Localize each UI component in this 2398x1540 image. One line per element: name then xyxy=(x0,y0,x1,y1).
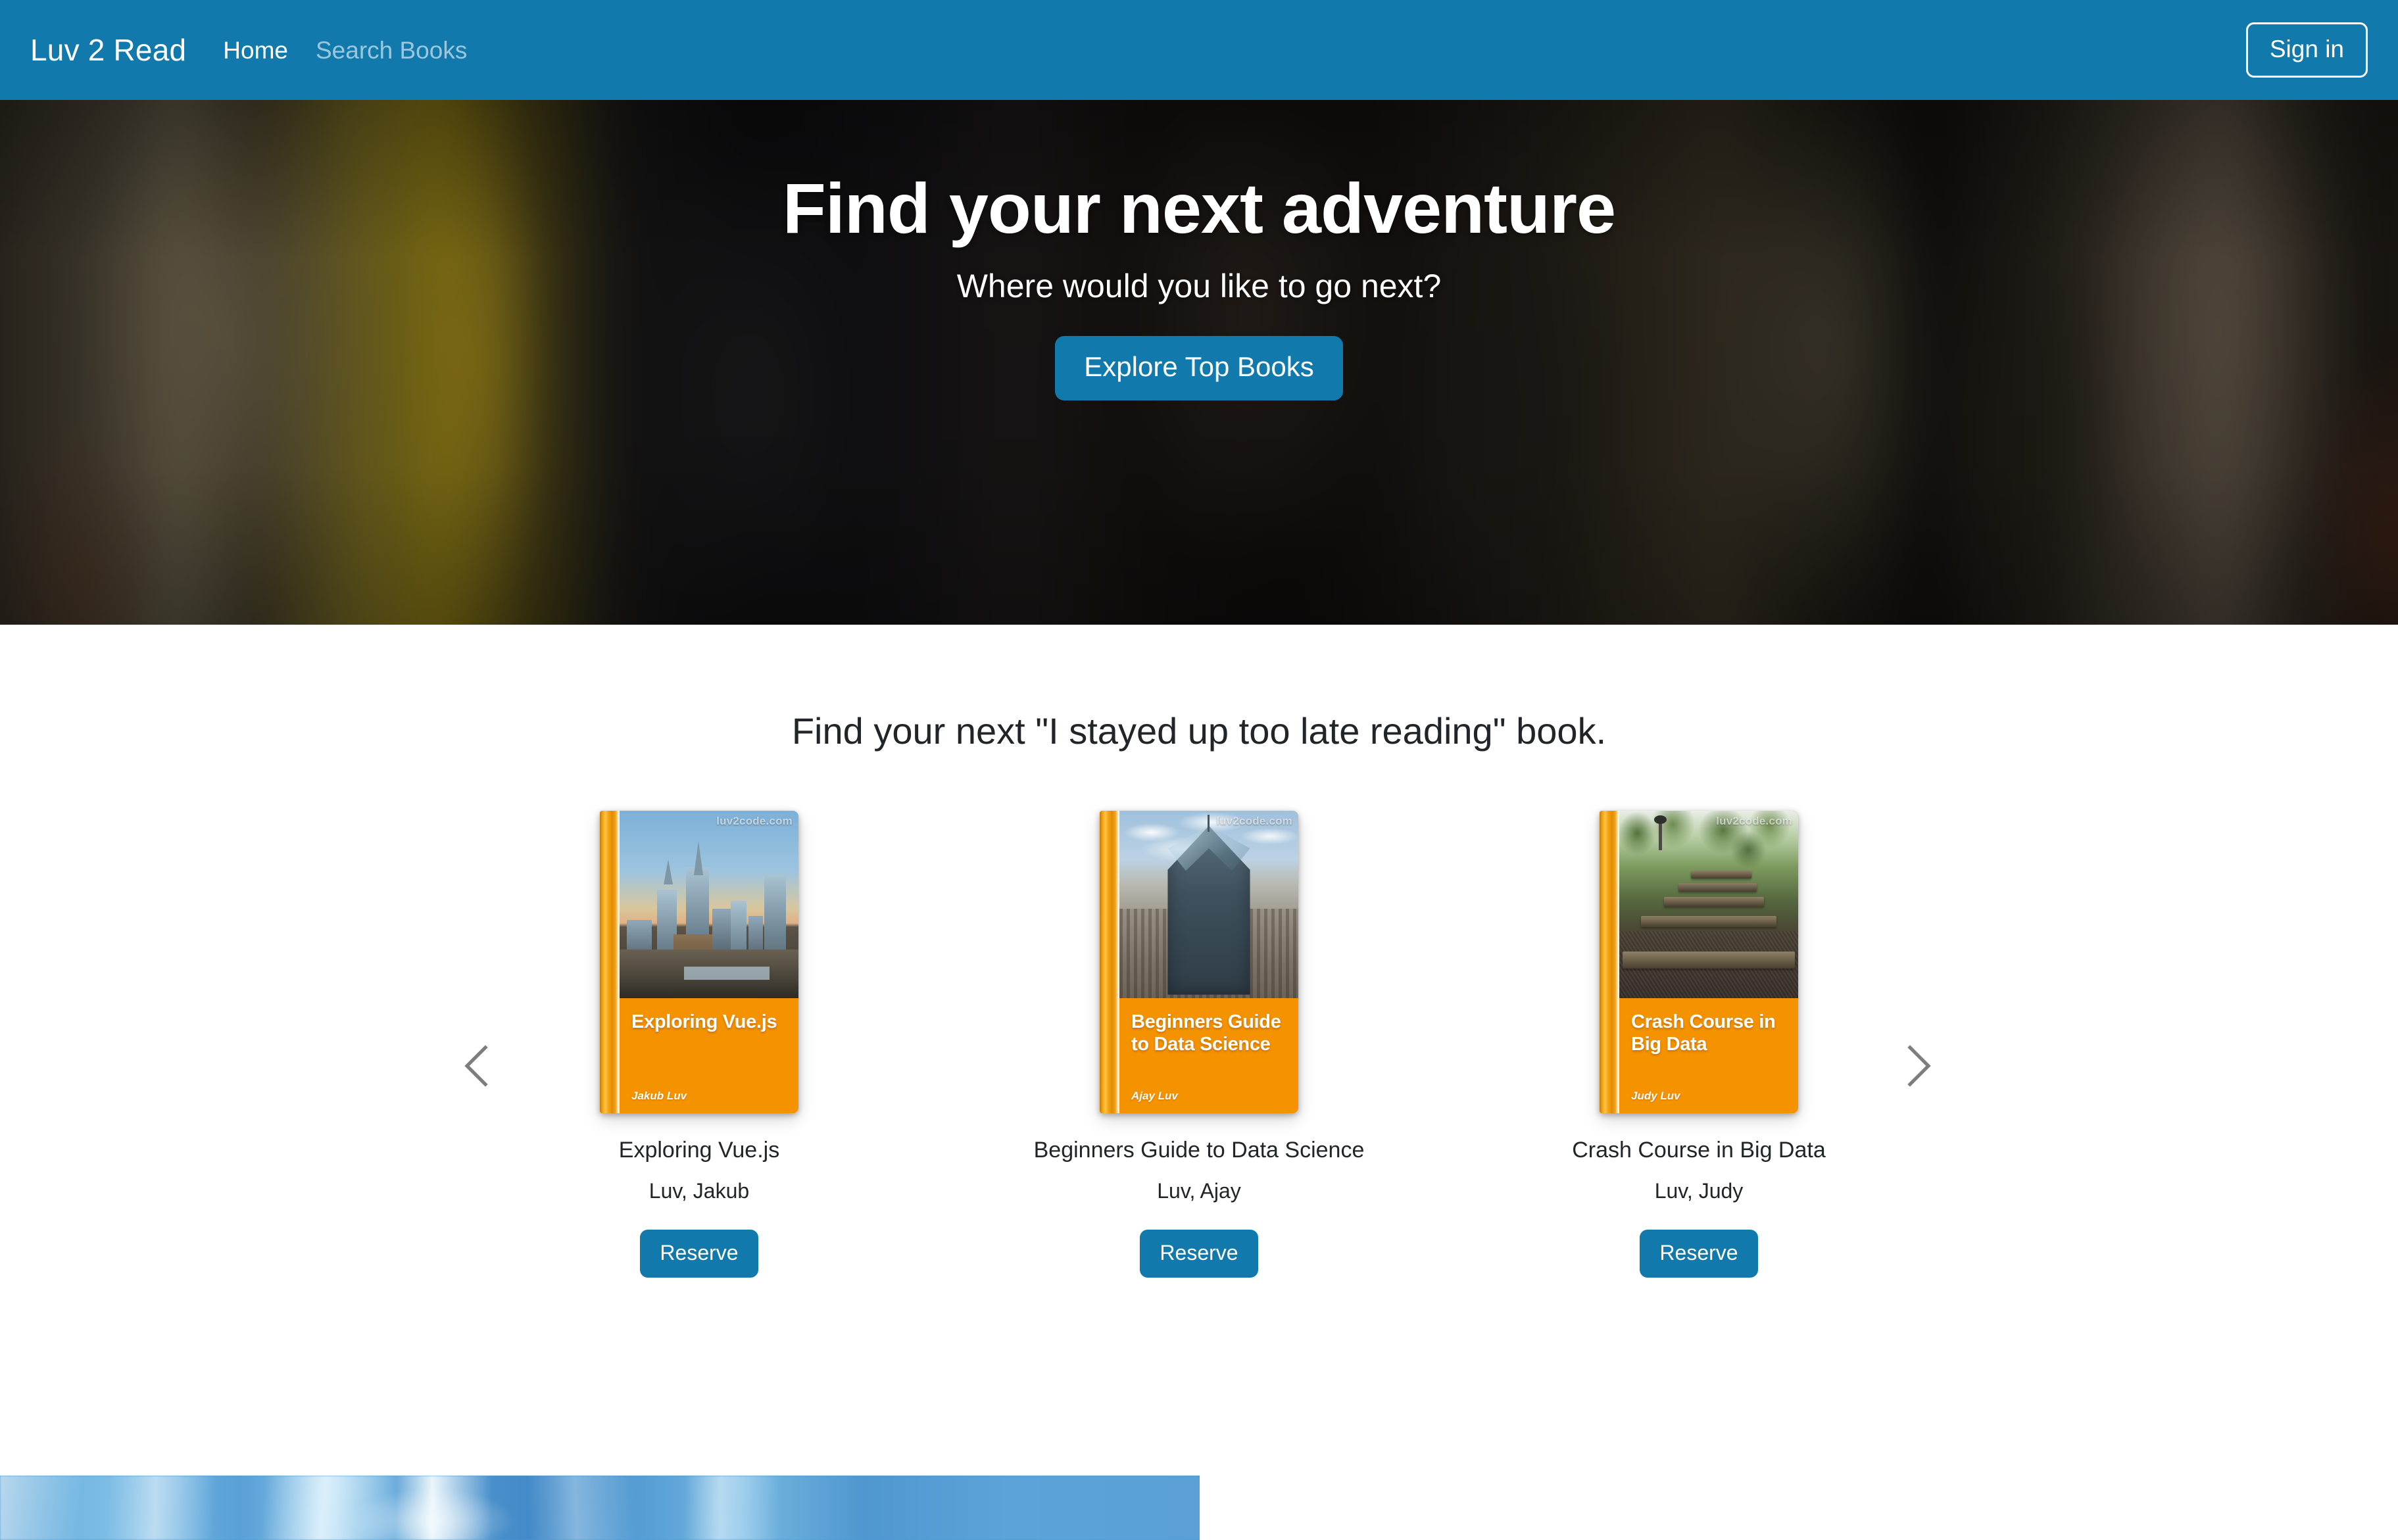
section-heading: Find your next "I stayed up too late rea… xyxy=(791,710,1607,752)
brand-logo[interactable]: Luv 2 Read xyxy=(30,35,186,65)
book-card: luv2code.com Exploring Vue.js Jakub Luv … xyxy=(568,811,831,1278)
book-cover-body: luv2code.com Beginners Guide to Data Sci… xyxy=(1119,811,1298,1114)
book-cover-photo-forest-steps: luv2code.com xyxy=(1619,811,1798,999)
blue-sky-photo xyxy=(0,1476,1200,1540)
book-spine xyxy=(600,811,620,1114)
featured-books-section: Find your next "I stayed up too late rea… xyxy=(0,625,2398,1278)
hero-title: Find your next adventure xyxy=(782,168,1616,248)
cover-title: Beginners Guide to Data Science xyxy=(1131,1011,1281,1055)
cover-title: Crash Course in Big Data xyxy=(1631,1011,1776,1055)
book-cover-text: Exploring Vue.js Jakub Luv xyxy=(620,998,798,1113)
cover-author: Ajay Luv xyxy=(1131,1090,1178,1103)
carousel-prev-button[interactable] xyxy=(446,1034,509,1097)
book-card-list: luv2code.com Exploring Vue.js Jakub Luv … xyxy=(568,811,1830,1278)
sign-in-button[interactable]: Sign in xyxy=(2245,22,2368,78)
book-carousel: luv2code.com Exploring Vue.js Jakub Luv … xyxy=(0,811,2398,1278)
skyline-illustration xyxy=(620,811,798,999)
cover-author: Judy Luv xyxy=(1631,1090,1680,1103)
top-navbar: Luv 2 Read Home Search Books Sign in xyxy=(0,0,2398,100)
nav-link-home[interactable]: Home xyxy=(223,38,288,62)
book-author: Luv, Judy xyxy=(1654,1178,1744,1203)
hero-cta-wrapper: Explore Top Books xyxy=(0,335,2398,400)
reserve-button[interactable]: Reserve xyxy=(640,1230,758,1278)
explore-top-books-button[interactable]: Explore Top Books xyxy=(1055,335,1343,400)
forest-steps-illustration xyxy=(1619,811,1798,999)
book-spine xyxy=(1600,811,1619,1114)
book-cover-crash-course-in-big-data[interactable]: luv2code.com Crash Course in Big Data Ju… xyxy=(1600,811,1798,1114)
cover-watermark: luv2code.com xyxy=(1716,815,1792,828)
reserve-button[interactable]: Reserve xyxy=(1640,1230,1758,1278)
reserve-button[interactable]: Reserve xyxy=(1140,1230,1258,1278)
cover-watermark: luv2code.com xyxy=(1216,815,1292,828)
nav-link-search-books[interactable]: Search Books xyxy=(316,38,467,62)
cover-title: Exploring Vue.js xyxy=(631,1011,777,1033)
hero-subtitle: Where would you like to go next? xyxy=(956,267,1442,304)
book-cover-text: Crash Course in Big Data Judy Luv xyxy=(1619,998,1798,1113)
book-cover-body: luv2code.com Crash Course in Big Data Ju… xyxy=(1619,811,1798,1114)
book-cover-text: Beginners Guide to Data Science Ajay Luv xyxy=(1119,998,1298,1113)
book-card: luv2code.com Beginners Guide to Data Sci… xyxy=(1034,811,1364,1278)
hero-banner: Find your next adventure Where would you… xyxy=(0,100,2398,625)
book-author: Luv, Ajay xyxy=(1157,1178,1241,1203)
cover-watermark: luv2code.com xyxy=(716,815,793,828)
chevron-right-icon xyxy=(1907,1045,1931,1087)
book-card: luv2code.com Crash Course in Big Data Ju… xyxy=(1567,811,1830,1278)
book-cover-exploring-vuejs[interactable]: luv2code.com Exploring Vue.js Jakub Luv xyxy=(600,811,798,1114)
book-author: Luv, Jakub xyxy=(648,1178,750,1203)
glass-skyscraper-illustration xyxy=(1119,811,1298,999)
carousel-next-button[interactable] xyxy=(1886,1034,1949,1097)
cover-author: Jakub Luv xyxy=(631,1090,687,1103)
footer-sky-banner xyxy=(0,1476,1200,1540)
hero-content: Find your next adventure Where would you… xyxy=(0,100,2398,400)
book-title: Crash Course in Big Data xyxy=(1572,1138,1826,1163)
book-cover-body: luv2code.com Exploring Vue.js Jakub Luv xyxy=(620,811,798,1114)
book-title: Beginners Guide to Data Science xyxy=(1033,1138,1365,1163)
nav-links: Home Search Books xyxy=(223,38,467,62)
book-title: Exploring Vue.js xyxy=(618,1138,780,1163)
book-cover-photo-skyscraper: luv2code.com xyxy=(1119,811,1298,999)
book-cover-beginners-guide-to-data-science[interactable]: luv2code.com Beginners Guide to Data Sci… xyxy=(1100,811,1298,1114)
book-spine xyxy=(1100,811,1119,1114)
chevron-left-icon xyxy=(464,1045,488,1087)
book-cover-photo-skyline: luv2code.com xyxy=(620,811,798,999)
